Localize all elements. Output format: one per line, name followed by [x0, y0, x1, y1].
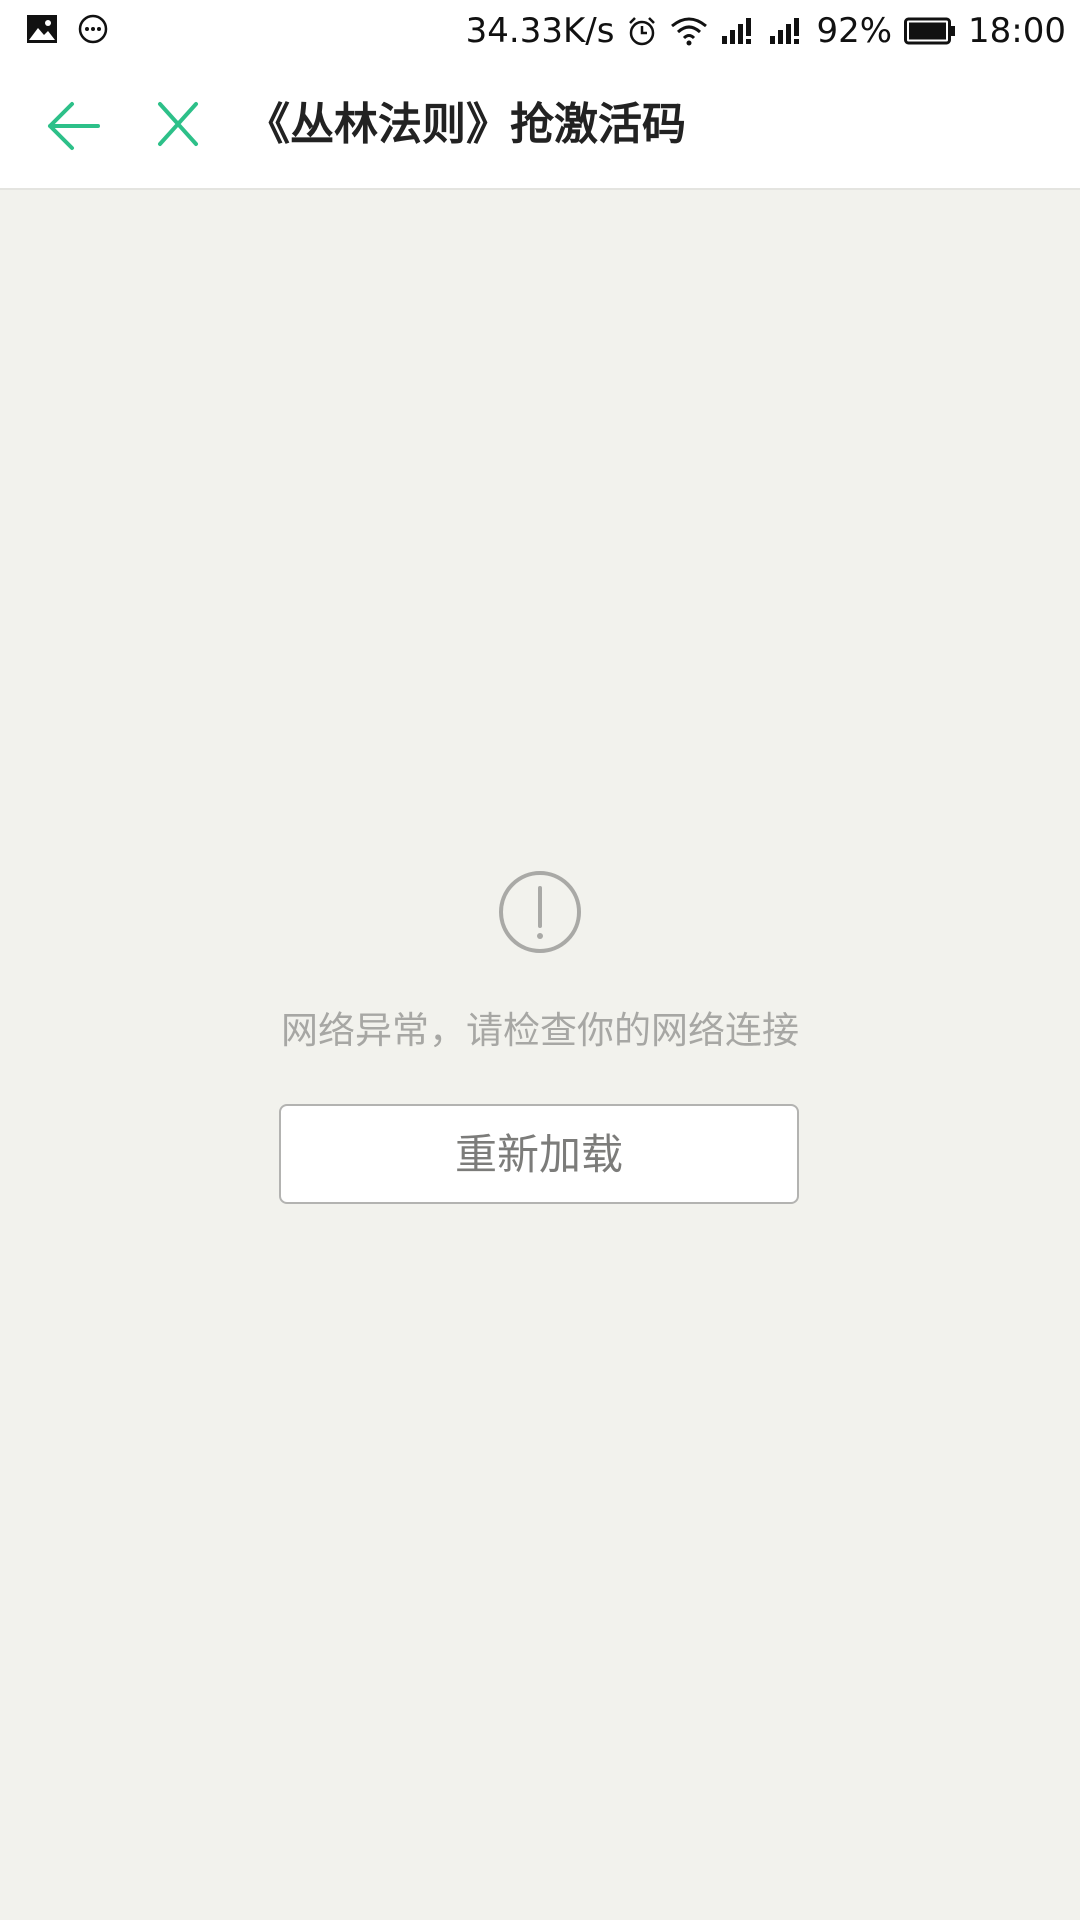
net-speed: 34.33K/s	[465, 11, 615, 51]
status-bar: 34.33K/s 92% 18:00	[0, 0, 1080, 62]
message-icon	[78, 14, 108, 44]
clock: 18:00	[968, 11, 1066, 51]
signal-1-icon	[722, 18, 752, 44]
status-left	[26, 14, 108, 44]
close-icon[interactable]	[154, 98, 202, 150]
nav-bar: 《丛林法则》抢激活码	[0, 62, 1080, 190]
back-arrow-icon[interactable]	[44, 96, 104, 156]
battery-icon	[904, 17, 956, 45]
error-message: 网络异常，请检查你的网络连接	[281, 1009, 799, 1052]
status-right: 34.33K/s 92% 18:00	[466, 10, 1066, 52]
reload-button[interactable]: 重新加载	[279, 1104, 799, 1204]
wifi-icon	[671, 17, 708, 46]
battery-percent: 92%	[816, 11, 893, 51]
alert-circle-icon	[499, 871, 581, 953]
alarm-icon	[629, 17, 656, 46]
gallery-icon	[27, 15, 57, 43]
signal-2-icon	[770, 18, 800, 44]
page-title: 《丛林法则》抢激活码	[246, 99, 686, 150]
